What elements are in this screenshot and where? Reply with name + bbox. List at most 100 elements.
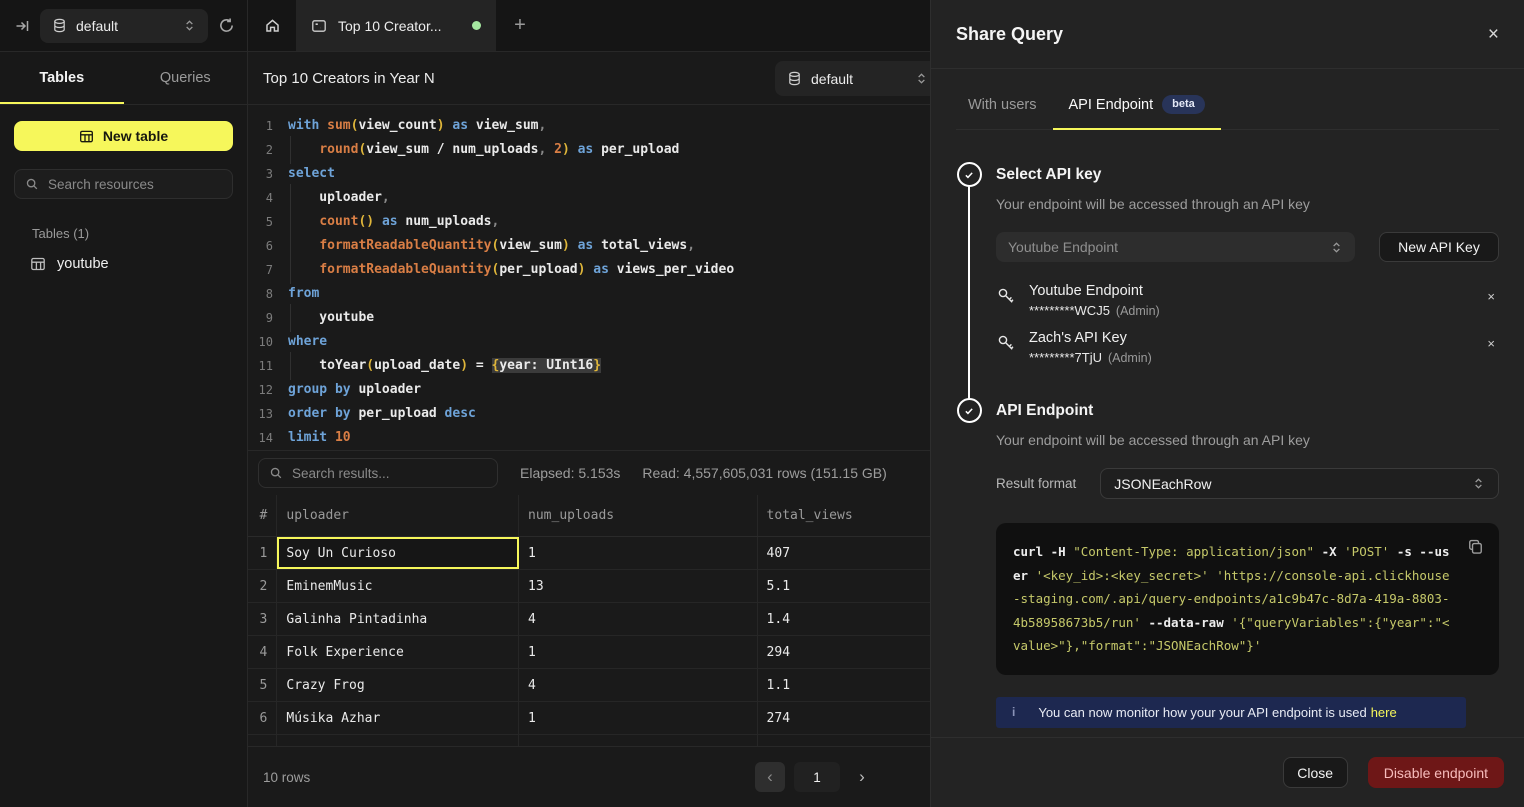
code-line[interactable]: 4 uploader, xyxy=(248,186,930,210)
code-line[interactable]: 14limit 10 xyxy=(248,426,930,450)
next-page-button[interactable]: › xyxy=(849,762,875,792)
table-item-label: youtube xyxy=(57,256,109,272)
table-cell[interactable]: 5.1 xyxy=(758,570,930,602)
row-number: 2 xyxy=(248,570,277,602)
table-cell[interactable]: 1 xyxy=(519,537,758,569)
code-line[interactable]: 9 youtube xyxy=(248,306,930,330)
query-tab-title: Top 10 Creator... xyxy=(338,18,461,34)
table-cell[interactable]: 294 xyxy=(758,636,930,668)
code-line[interactable]: 1with sum(view_count) as view_sum, xyxy=(248,114,930,138)
table-cell[interactable]: 1 xyxy=(519,636,758,668)
api-key-row: Youtube Endpoint*********WCJ5(Admin) × xyxy=(996,278,1499,325)
beta-badge: beta xyxy=(1162,95,1205,114)
code-line[interactable]: 7 formatReadableQuantity(per_upload) as … xyxy=(248,258,930,282)
api-key-role: (Admin) xyxy=(1108,351,1152,365)
line-number: 11 xyxy=(248,354,288,378)
table-row-partial xyxy=(248,735,930,746)
disable-endpoint-button[interactable]: Disable endpoint xyxy=(1368,757,1504,788)
code-text: with sum(view_count) as view_sum, xyxy=(288,114,546,138)
table-cell[interactable]: 1 xyxy=(519,702,758,734)
query-tab[interactable]: Top 10 Creator... xyxy=(296,0,496,51)
table-cell[interactable]: 274 xyxy=(758,702,930,734)
code-line[interactable]: 2 round(view_sum / num_uploads, 2) as pe… xyxy=(248,138,930,162)
line-number: 10 xyxy=(248,330,288,354)
sql-editor[interactable]: 1with sum(view_count) as view_sum,2 roun… xyxy=(248,105,930,450)
new-tab-button[interactable]: + xyxy=(496,0,544,51)
table-cell[interactable]: 1.1 xyxy=(758,669,930,701)
table-cell[interactable]: Crazy Frog xyxy=(277,669,519,701)
copy-icon[interactable] xyxy=(1467,538,1484,563)
code-line[interactable]: 12group by uploader xyxy=(248,378,930,402)
sidebar-tab-queries[interactable]: Queries xyxy=(124,52,248,104)
api-key-select-placeholder: Youtube Endpoint xyxy=(1008,239,1330,255)
main-area: Top 10 Creator... + Top 10 Creators in Y… xyxy=(248,0,930,807)
code-line[interactable]: 13order by per_upload desc xyxy=(248,402,930,426)
remove-key-icon[interactable]: × xyxy=(1487,282,1499,303)
new-api-key-button[interactable]: New API Key xyxy=(1379,232,1499,262)
prev-page-button[interactable]: ‹ xyxy=(755,762,785,792)
code-line[interactable]: 5 count() as num_uploads, xyxy=(248,210,930,234)
table-cell[interactable]: Galinha Pintadinha xyxy=(277,603,519,635)
code-line[interactable]: 10where xyxy=(248,330,930,354)
api-key-name: Youtube Endpoint xyxy=(1029,282,1160,301)
table-cell[interactable]: EminemMusic xyxy=(277,570,519,602)
new-table-button[interactable]: New table xyxy=(14,121,233,151)
tab-bar: Top 10 Creator... + xyxy=(248,0,930,52)
collapse-sidebar-icon[interactable] xyxy=(14,18,30,34)
read-stat: Read: 4,557,605,031 rows (151.15 GB) xyxy=(642,465,886,481)
tab-status-dot xyxy=(472,21,481,30)
code-line[interactable]: 6 formatReadableQuantity(view_sum) as to… xyxy=(248,234,930,258)
line-number: 6 xyxy=(248,234,288,258)
tab-with-users[interactable]: With users xyxy=(966,95,1039,129)
banner-text: You can now monitor how your your API en… xyxy=(1038,705,1396,720)
table-cell[interactable]: 4 xyxy=(519,669,758,701)
code-line[interactable]: 11 toYear(upload_date) = {year: UInt16} xyxy=(248,354,930,378)
api-key-info: Youtube Endpoint*********WCJ5(Admin) xyxy=(1029,282,1160,321)
table-cell[interactable]: 407 xyxy=(758,537,930,569)
step-api-endpoint: API Endpoint Your endpoint will be acces… xyxy=(956,398,1499,737)
banner-text-body: You can now monitor how your your API en… xyxy=(1038,705,1366,720)
search-resources-input[interactable]: Search resources xyxy=(14,169,233,199)
home-button[interactable] xyxy=(248,0,296,51)
code-line[interactable]: 8from xyxy=(248,282,930,306)
column-header[interactable]: uploader xyxy=(277,495,519,536)
query-database-select[interactable]: default xyxy=(775,61,930,96)
api-key-list: Youtube Endpoint*********WCJ5(Admin)×Zac… xyxy=(996,278,1499,372)
line-number: 8 xyxy=(248,282,288,306)
step-subtitle: Your endpoint will be accessed through a… xyxy=(996,194,1499,214)
code-line[interactable]: 3select xyxy=(248,162,930,186)
table-cell[interactable]: 13 xyxy=(519,570,758,602)
table-cell[interactable]: Folk Experience xyxy=(277,636,519,668)
line-number: 12 xyxy=(248,378,288,402)
api-key-masked: *********7TjU(Admin) xyxy=(1029,348,1152,368)
remove-key-icon[interactable]: × xyxy=(1487,329,1499,350)
table-cell[interactable]: 4 xyxy=(519,603,758,635)
table-cell[interactable]: Músika Azhar xyxy=(277,702,519,734)
column-header[interactable]: total_views xyxy=(758,495,930,536)
sidebar-item-youtube[interactable]: youtube xyxy=(30,256,247,272)
database-select[interactable]: default xyxy=(40,9,208,43)
column-header[interactable]: # xyxy=(248,495,277,536)
line-number: 14 xyxy=(248,426,288,450)
step-rail xyxy=(956,162,982,398)
tab-api-endpoint[interactable]: API Endpoint beta xyxy=(1053,95,1221,129)
result-format-select[interactable]: JSONEachRow xyxy=(1100,468,1499,499)
search-results-placeholder: Search results... xyxy=(292,466,390,481)
table-cell[interactable]: Soy Un Curioso xyxy=(277,537,519,569)
code-text: uploader, xyxy=(288,186,390,210)
banner-here-link[interactable]: here xyxy=(1371,705,1397,720)
table-icon xyxy=(30,256,46,272)
line-number: 7 xyxy=(248,258,288,282)
search-results-input[interactable]: Search results... xyxy=(258,458,498,488)
api-key-select[interactable]: Youtube Endpoint xyxy=(996,232,1355,262)
close-icon[interactable]: × xyxy=(1488,25,1499,44)
current-page[interactable]: 1 xyxy=(794,762,840,792)
panel-header: Share Query × xyxy=(931,0,1524,69)
column-header[interactable]: num_uploads xyxy=(519,495,758,536)
sidebar-tab-tables[interactable]: Tables xyxy=(0,52,124,104)
search-icon xyxy=(25,177,39,191)
refresh-icon[interactable] xyxy=(218,17,235,34)
table-cell[interactable]: 1.4 xyxy=(758,603,930,635)
close-button[interactable]: Close xyxy=(1283,757,1348,788)
result-format-value: JSONEachRow xyxy=(1114,476,1472,492)
